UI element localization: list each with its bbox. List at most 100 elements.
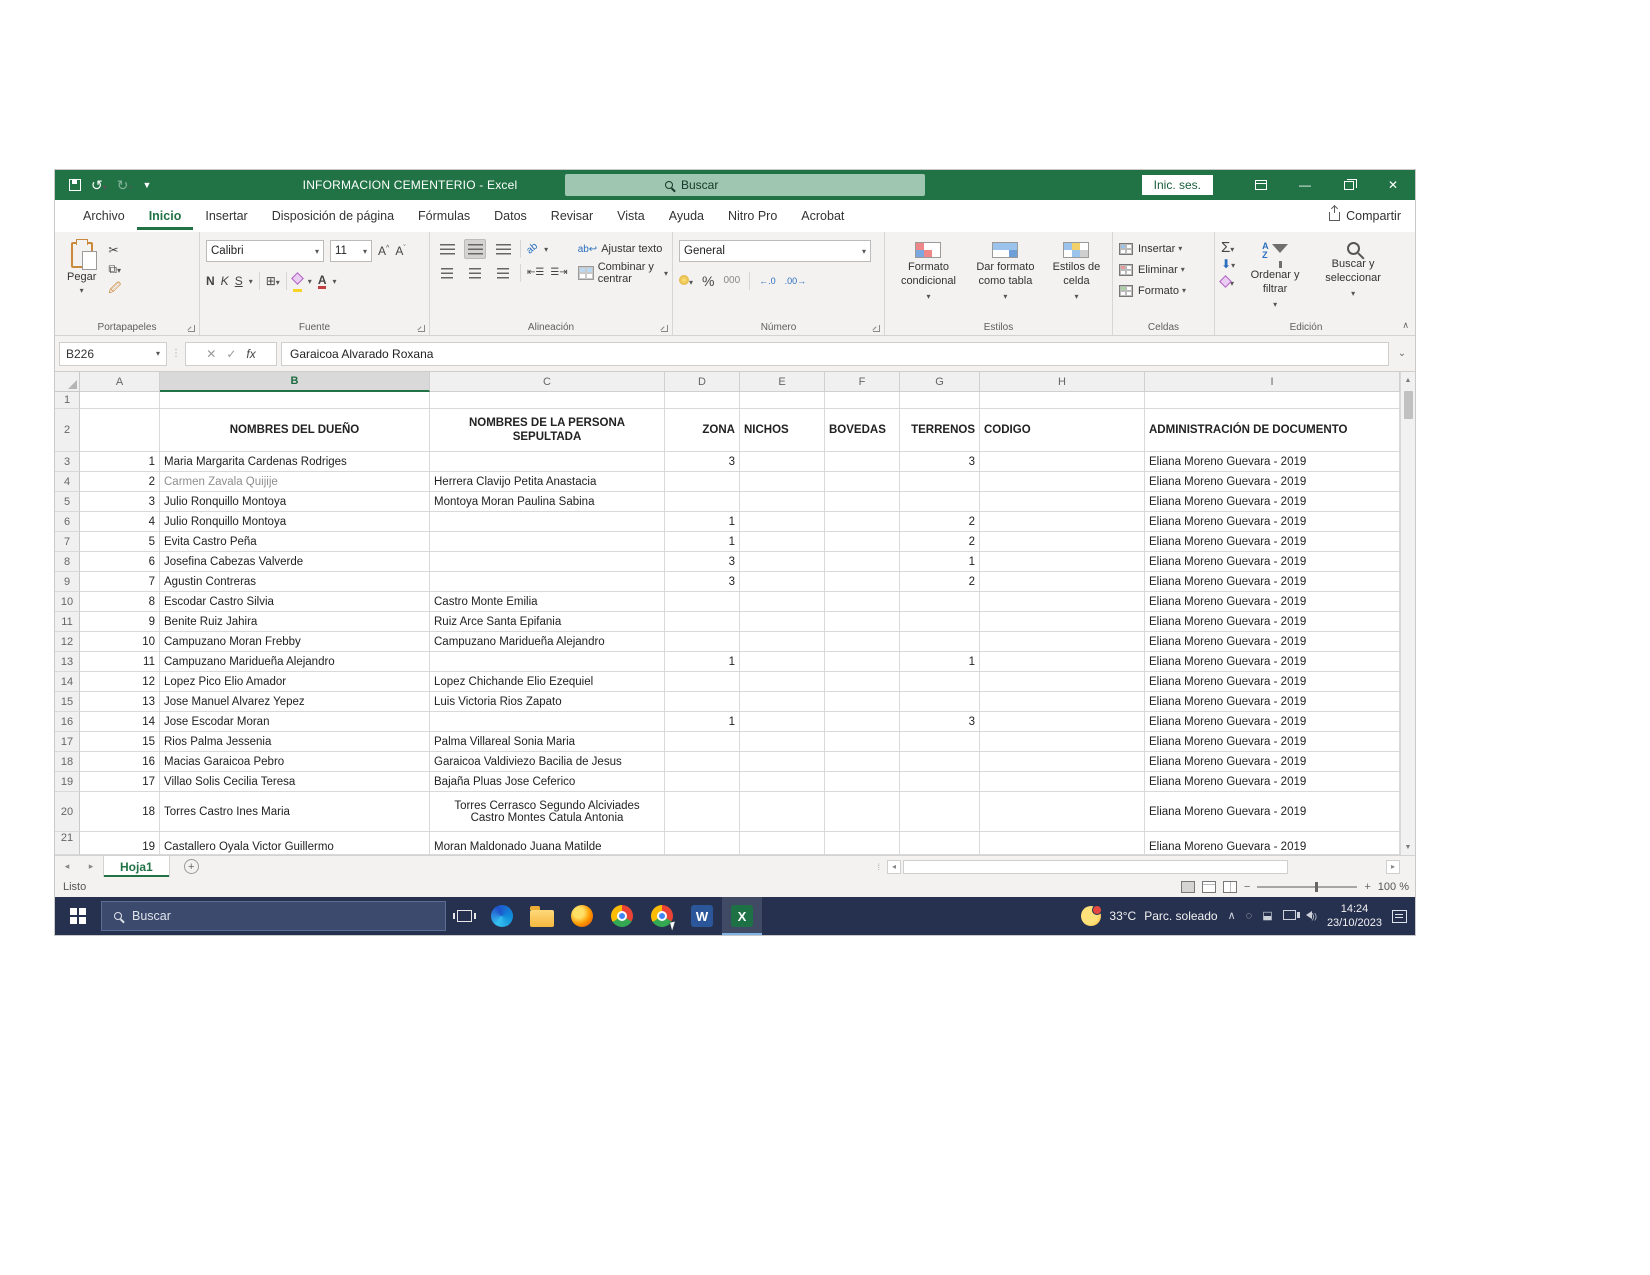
grid-cell-e12[interactable] [740,632,825,652]
grid-cell-b8[interactable]: Josefina Cabezas Valverde [160,552,430,572]
grid-cell-a21[interactable]: 19 [80,832,160,855]
align-center-icon[interactable] [464,263,486,283]
ribbon-tab-nitro-pro[interactable]: Nitro Pro [716,202,789,230]
grid-cell-i21[interactable]: Eliana Moreno Guevara - 2019 [1145,832,1400,855]
row-header-1[interactable]: 1 [55,392,80,409]
action-center-icon[interactable] [1392,910,1407,923]
tray-app-icon[interactable]: ◌ [1246,911,1253,922]
page-break-view-icon[interactable] [1223,881,1237,893]
grid-cell-f12[interactable] [825,632,900,652]
grid-cell-b17[interactable]: Rios Palma Jessenia [160,732,430,752]
grid-cell-e9[interactable] [740,572,825,592]
grid-cell-f1[interactable] [825,392,900,409]
grid-cell-b4[interactable]: Carmen Zavala Quijije [160,472,430,492]
row-header-3[interactable]: 3 [55,452,80,472]
grid-cell-b13[interactable]: Campuzano Maridueña Alejandro [160,652,430,672]
grid-cell-h4[interactable] [980,472,1145,492]
page-layout-view-icon[interactable] [1202,881,1216,893]
zoom-in-icon[interactable]: + [1364,881,1370,893]
grid-cell-c10[interactable]: Castro Monte Emilia [430,592,665,612]
grid-cell-d19[interactable] [665,772,740,792]
grid-cell-i19[interactable]: Eliana Moreno Guevara - 2019 [1145,772,1400,792]
grid-cell-d17[interactable] [665,732,740,752]
align-bottom-icon[interactable] [492,239,514,259]
grid-cell-i1[interactable] [1145,392,1400,409]
bold-button[interactable]: N [206,275,215,287]
grid-cell-h1[interactable] [980,392,1145,409]
conditional-formatting-button[interactable]: Formato condicional ▾ [891,238,966,319]
fill-color-icon[interactable] [293,270,302,292]
grid-cell-i10[interactable]: Eliana Moreno Guevara - 2019 [1145,592,1400,612]
sign-in-button[interactable]: Inic. ses. [1142,175,1213,195]
grid-cell-d8[interactable]: 3 [665,552,740,572]
row-header-12[interactable]: 12 [55,632,80,652]
grid-cell-f7[interactable] [825,532,900,552]
grid-cell-e20[interactable] [740,792,825,832]
prev-sheet-icon[interactable]: ◂ [55,861,79,872]
grid-cell-c19[interactable]: Bajaña Pluas Jose Ceferico [430,772,665,792]
chrome-icon[interactable] [602,897,642,935]
grid-cell-b12[interactable]: Campuzano Moran Frebby [160,632,430,652]
column-header-d[interactable]: D [665,372,740,392]
grid-cell-g14[interactable] [900,672,980,692]
cancel-icon[interactable]: ✕ [206,347,216,361]
display-icon[interactable] [1283,910,1296,923]
zoom-slider[interactable] [1257,886,1357,888]
grid-cell-b21[interactable]: Castallero Oyala Victor Guillermo [160,832,430,855]
grid-cell-g9[interactable]: 2 [900,572,980,592]
grid-cell-c12[interactable]: Campuzano Maridueña Alejandro [430,632,665,652]
grid-cell-a2[interactable] [80,409,160,452]
grid-cell-a19[interactable]: 17 [80,772,160,792]
paste-button[interactable]: Pegar ▾ [61,238,102,299]
grid-cell-e7[interactable] [740,532,825,552]
increase-decimal-icon[interactable]: ←.0 [759,277,776,286]
number-format-combo[interactable]: General▾ [679,240,871,262]
decrease-decimal-icon[interactable]: .00→ [785,277,807,286]
customize-qat-icon[interactable]: ▼ [143,181,152,190]
grid-cell-i17[interactable]: Eliana Moreno Guevara - 2019 [1145,732,1400,752]
grid-cell-b11[interactable]: Benite Ruiz Jahira [160,612,430,632]
grid-cell-d2[interactable]: ZONA [665,409,740,452]
grid-cell-b19[interactable]: Villao Solis Cecilia Teresa [160,772,430,792]
grid-cell-d18[interactable] [665,752,740,772]
normal-view-icon[interactable] [1181,881,1195,893]
row-header-13[interactable]: 13 [55,652,80,672]
grid-cell-f5[interactable] [825,492,900,512]
scroll-right-icon[interactable]: ▸ [1386,860,1400,874]
grid-cell-h14[interactable] [980,672,1145,692]
grid-cell-i6[interactable]: Eliana Moreno Guevara - 2019 [1145,512,1400,532]
row-header-10[interactable]: 10 [55,592,80,612]
grid-cell-a20[interactable]: 18 [80,792,160,832]
font-size-combo[interactable]: 11▾ [330,240,372,262]
grid-cell-h16[interactable] [980,712,1145,732]
grid-cell-a16[interactable]: 14 [80,712,160,732]
grid-cell-e18[interactable] [740,752,825,772]
grid-cell-a15[interactable]: 13 [80,692,160,712]
grid-cell-h15[interactable] [980,692,1145,712]
excel-icon[interactable]: X [722,897,762,935]
grid-cell-f4[interactable] [825,472,900,492]
grid-cell-i14[interactable]: Eliana Moreno Guevara - 2019 [1145,672,1400,692]
grid-cell-h9[interactable] [980,572,1145,592]
column-header-g[interactable]: G [900,372,980,392]
align-middle-icon[interactable] [464,239,486,259]
underline-button[interactable]: S [235,275,243,287]
fill-icon[interactable]: ⬇▾ [1221,258,1235,270]
grid-cell-g13[interactable]: 1 [900,652,980,672]
ribbon-tab-disposición-de-página[interactable]: Disposición de página [260,202,406,230]
grid-cell-g19[interactable] [900,772,980,792]
autosum-icon[interactable]: Σ▾ [1221,240,1235,255]
grid-cell-a4[interactable]: 2 [80,472,160,492]
grid-cell-f6[interactable] [825,512,900,532]
grid-cell-g1[interactable] [900,392,980,409]
scroll-down-icon[interactable]: ▼ [1401,839,1415,855]
grid-cell-c16[interactable] [430,712,665,732]
grid-cell-c6[interactable] [430,512,665,532]
task-view-button[interactable] [446,897,482,935]
grid-cell-e6[interactable] [740,512,825,532]
clock[interactable]: 14:24 23/10/2023 [1327,902,1382,931]
grid-cell-c1[interactable] [430,392,665,409]
grid-cell-g3[interactable]: 3 [900,452,980,472]
increase-indent-icon[interactable]: ☰⇥ [550,268,567,278]
grid-cell-d1[interactable] [665,392,740,409]
